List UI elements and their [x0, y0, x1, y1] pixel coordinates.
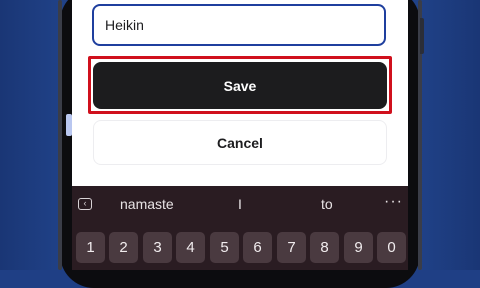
key-7[interactable]: 7	[277, 232, 306, 263]
keyboard-collapse-icon[interactable]: ‹	[78, 198, 92, 210]
suggestion-item[interactable]: I	[238, 196, 242, 212]
key-2[interactable]: 2	[109, 232, 138, 263]
key-3[interactable]: 3	[143, 232, 172, 263]
name-input[interactable]	[92, 4, 386, 46]
save-button[interactable]: Save	[93, 62, 387, 109]
key-6[interactable]: 6	[243, 232, 272, 263]
phone-side-button	[420, 18, 424, 54]
phone-edge	[58, 0, 62, 270]
suggestion-item[interactable]: to	[321, 196, 333, 212]
on-screen-keyboard: ‹ namaste I to ··· 1 2 3 4 5 6 7 8 9 0	[72, 186, 408, 270]
key-0[interactable]: 0	[377, 232, 406, 263]
number-key-row: 1 2 3 4 5 6 7 8 9 0	[76, 232, 408, 264]
more-options-icon[interactable]: ···	[384, 193, 403, 211]
cancel-button[interactable]: Cancel	[93, 120, 387, 165]
suggestion-item[interactable]: namaste	[120, 196, 174, 212]
key-9[interactable]: 9	[344, 232, 373, 263]
key-8[interactable]: 8	[310, 232, 339, 263]
key-4[interactable]: 4	[176, 232, 205, 263]
key-5[interactable]: 5	[210, 232, 239, 263]
key-1[interactable]: 1	[76, 232, 105, 263]
suggestion-bar: ‹ namaste I to ···	[72, 186, 408, 224]
